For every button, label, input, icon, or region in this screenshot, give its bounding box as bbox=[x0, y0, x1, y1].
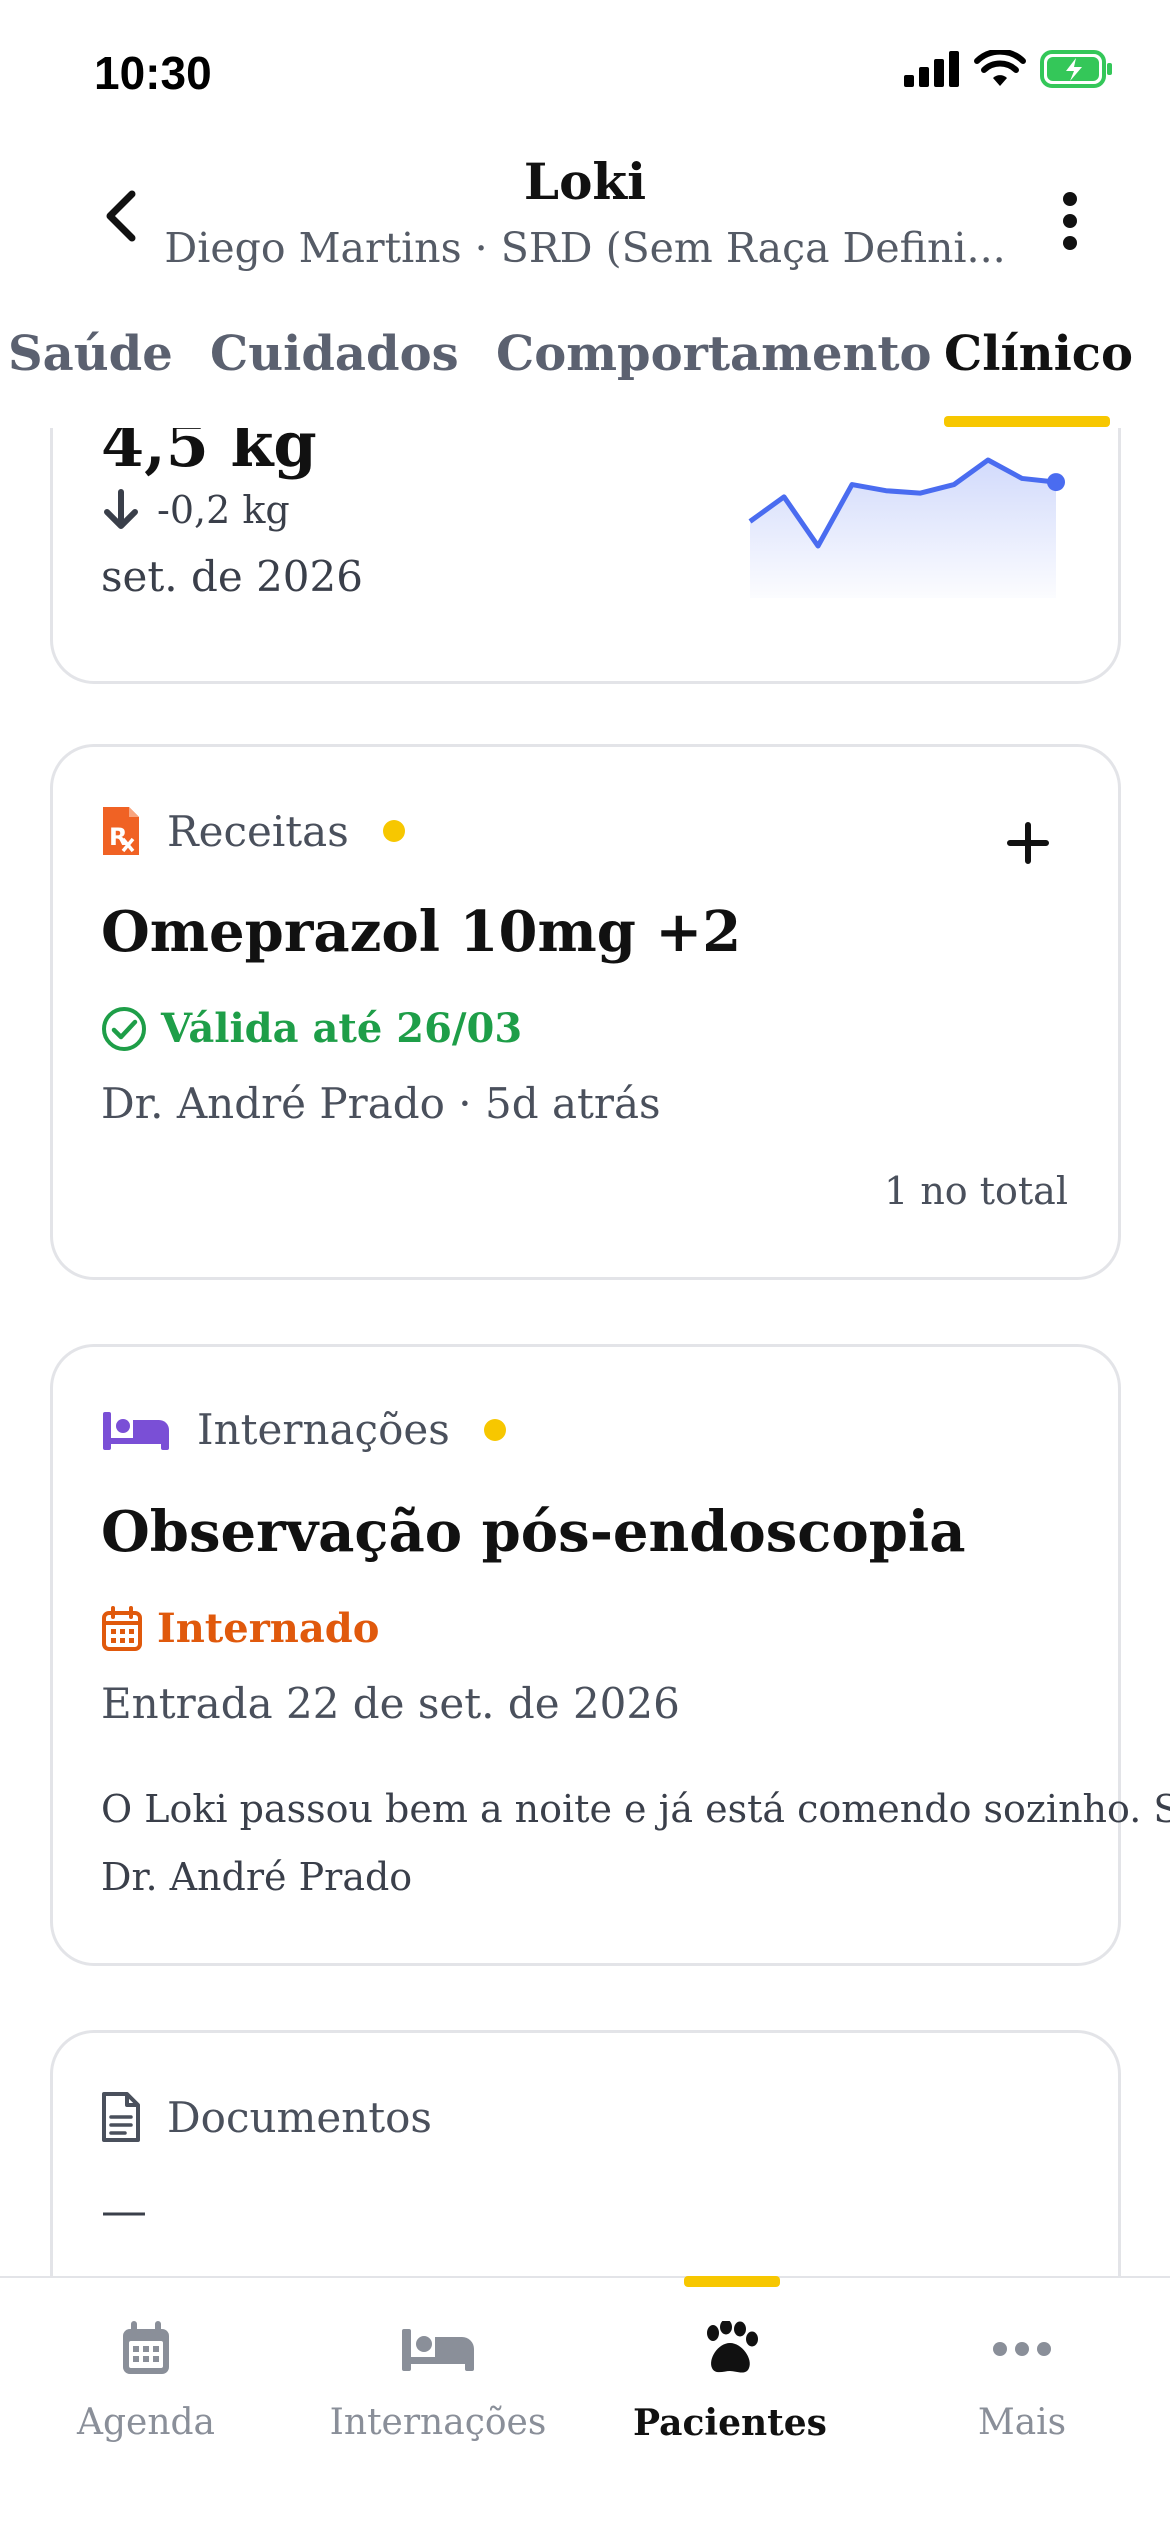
bed-icon bbox=[402, 2329, 474, 2371]
status-bar: 10:30 bbox=[0, 0, 1170, 140]
prescription-icon: R bbox=[103, 807, 139, 855]
prescription-validity: Válida até 26/03 bbox=[161, 1005, 523, 1052]
weight-date: set. de 2026 bbox=[101, 552, 363, 601]
unread-dot bbox=[382, 820, 405, 842]
page-subtitle: Diego Martins · SRD (Sem Raça Defini... bbox=[164, 224, 1006, 272]
check-circle-icon bbox=[102, 1006, 146, 1051]
active-nav-indicator bbox=[684, 2276, 780, 2287]
prescription-title: Omeprazol 10mg +2 bbox=[101, 899, 742, 965]
hospitalization-title: Observação pós-endoscopia bbox=[101, 1499, 966, 1565]
hospitalizations-card[interactable]: Internações Observação pós-endoscopia In… bbox=[50, 1344, 1170, 1966]
document-icon bbox=[102, 2092, 140, 2142]
documents-empty-value: — bbox=[101, 2183, 147, 2237]
nav-pacientes[interactable]: Pacientes bbox=[610, 2314, 850, 2444]
status-icons bbox=[904, 50, 1114, 88]
tab-cuidados[interactable]: Cuidados bbox=[210, 326, 459, 382]
weight-delta-value: -0,2 kg bbox=[157, 488, 290, 532]
documents-header: Documentos bbox=[101, 2091, 432, 2143]
weight-trend-chart bbox=[748, 457, 1065, 598]
wifi-icon bbox=[974, 50, 1026, 86]
nav-mais[interactable]: Mais bbox=[902, 2314, 1142, 2443]
status-time: 10:30 bbox=[94, 47, 212, 99]
plus-icon bbox=[1007, 822, 1049, 864]
tab-comportamento[interactable]: Comportamento bbox=[496, 326, 932, 382]
battery-charging-icon bbox=[1040, 50, 1112, 88]
weight-delta: -0,2 kg bbox=[101, 488, 290, 532]
hospitalization-author: Dr. André Prado bbox=[101, 1855, 413, 1899]
cellular-signal-icon bbox=[904, 51, 959, 87]
prescription-meta: Dr. André Prado · 5d atrás bbox=[101, 1079, 661, 1128]
tab-saude[interactable]: Saúde bbox=[8, 326, 173, 382]
prescriptions-card[interactable]: R Receitas Omeprazol 10mg +2 Válida até … bbox=[50, 744, 1121, 1280]
hospitalization-note: O Loki passou bem a noite e já está come… bbox=[101, 1787, 1170, 1831]
more-options-button[interactable] bbox=[1040, 186, 1100, 256]
arrow-down-icon bbox=[104, 489, 138, 529]
weight-card[interactable]: 4,5 kg -0,2 kg set. de 2026 bbox=[50, 428, 1121, 684]
bottom-navigation: Agenda Internações Pacientes Mais bbox=[0, 2276, 1170, 2532]
documents-card[interactable]: Documentos — bbox=[50, 2030, 1121, 2276]
hospitalizations-header: Internações bbox=[101, 1405, 506, 1454]
hospitalization-status: Internado bbox=[101, 1605, 379, 1652]
tab-bar: Saúde Cuidados Comportamento Clínico bbox=[0, 316, 1170, 428]
tab-clinico[interactable]: Clínico bbox=[944, 326, 1133, 382]
prescriptions-header: R Receitas bbox=[101, 805, 405, 857]
hospitalizations-heading: Internações bbox=[197, 1405, 450, 1454]
more-vertical-icon bbox=[1063, 192, 1077, 250]
prescriptions-total: 1 no total bbox=[884, 1169, 1068, 1213]
nav-label: Pacientes bbox=[633, 2402, 827, 2444]
nav-label: Internações bbox=[329, 2402, 547, 2443]
weight-latest-point bbox=[1047, 473, 1065, 492]
calendar-icon bbox=[102, 1605, 142, 1651]
calendar-icon bbox=[123, 2321, 169, 2374]
active-tab-indicator bbox=[944, 416, 1110, 427]
nav-internacoes[interactable]: Internações bbox=[318, 2314, 558, 2443]
nav-label: Agenda bbox=[76, 2402, 216, 2443]
documents-heading: Documentos bbox=[167, 2092, 432, 2142]
hospitalization-status-label: Internado bbox=[157, 1605, 380, 1652]
bed-icon bbox=[103, 1411, 169, 1450]
paw-icon bbox=[707, 2321, 758, 2373]
patient-header: Loki Diego Martins · SRD (Sem Raça Defin… bbox=[0, 140, 1170, 290]
nav-agenda[interactable]: Agenda bbox=[26, 2314, 266, 2443]
nav-label: Mais bbox=[977, 2402, 1067, 2443]
more-horizontal-icon bbox=[993, 2342, 1051, 2356]
hospitalization-entry: Entrada 22 de set. de 2026 bbox=[101, 1679, 680, 1728]
weight-value: 4,5 kg bbox=[101, 428, 317, 481]
add-prescription-button[interactable] bbox=[998, 813, 1058, 873]
prescription-status: Válida até 26/03 bbox=[101, 1005, 522, 1052]
prescriptions-heading: Receitas bbox=[167, 806, 349, 856]
unread-dot bbox=[483, 1418, 506, 1441]
weight-trend-area bbox=[750, 460, 1056, 598]
page-title: Loki bbox=[523, 152, 647, 211]
clinical-content[interactable]: 4,5 kg -0,2 kg set. de 2026 R Receitas O… bbox=[0, 428, 1170, 2276]
